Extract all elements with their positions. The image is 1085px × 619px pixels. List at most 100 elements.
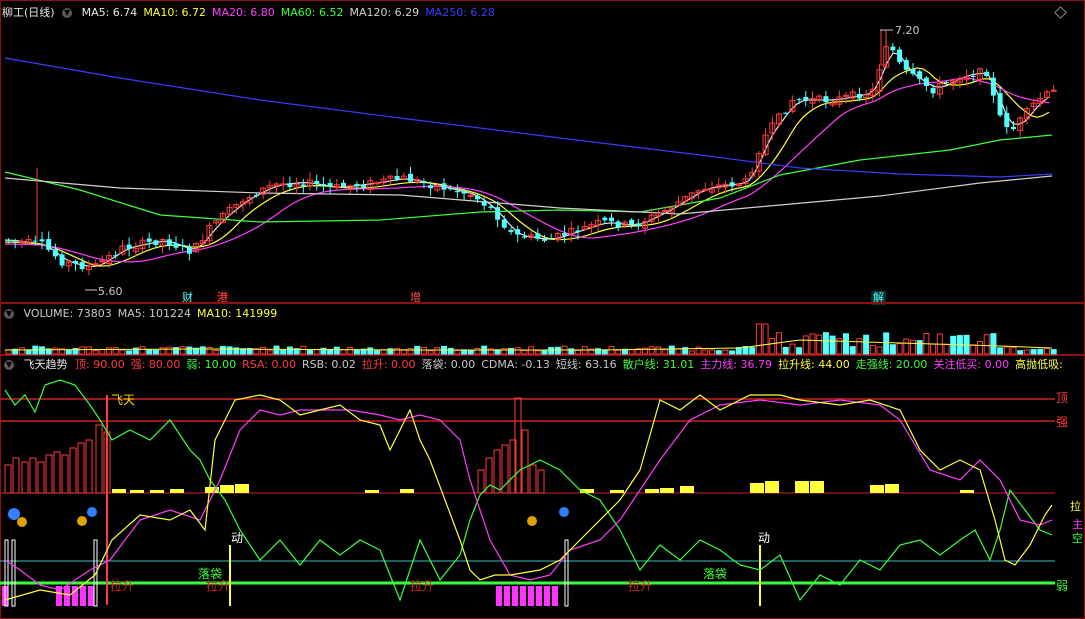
money-bag-icon [527,516,537,526]
candle-body-down [300,184,306,187]
candle-body-down [421,181,427,183]
candle-body-down [803,96,809,101]
money-bag-icon [17,517,27,527]
volume-bar [340,349,347,355]
indicator-plot [0,379,1055,607]
volume-bar [715,350,722,355]
lasheng-bar [4,464,12,494]
candle-body-down [990,77,996,96]
candle-body-down [615,221,621,228]
magenta-bar [504,586,510,606]
candle-body-up [374,182,380,185]
volume-bar [802,335,809,355]
volume-bar [454,349,461,355]
candle-body-down [729,182,735,187]
candle-body-down [180,244,186,246]
volume-bar [420,346,427,355]
volume-bar [514,347,521,355]
yellow-bar [610,490,624,493]
volume-bar [977,341,983,355]
magenta-bar [520,586,526,606]
volume-bar [146,349,153,355]
ma250-line [4,57,1053,178]
candle-body-up [662,209,669,212]
candle-body-down [984,71,990,76]
volume-bar [889,344,896,355]
ma120-line [4,175,1053,215]
yellow-bar [810,481,824,493]
candle-body-down [488,206,494,208]
la-label: 拉 [1070,499,1081,513]
candle-body-down [609,217,614,222]
volume-bar [749,347,756,355]
volume-bar [273,345,280,355]
magenta-bar [496,586,502,606]
volume-bar [25,349,32,355]
volume-bar [52,347,59,355]
yellow-bar [112,489,126,493]
magenta-bar [64,586,70,606]
volume-bar [722,349,729,355]
volume-bar [206,346,213,355]
candle-body-down [823,96,829,103]
volume-bar [769,338,776,355]
lasheng-bar [537,469,545,494]
volume-bar [92,350,99,355]
volume-bar [789,343,796,355]
candle-body-up [99,260,106,263]
volume-bar [434,347,441,355]
lasheng-bar [53,451,61,494]
candle-body-down [173,243,179,248]
yellow-bar [765,481,779,493]
candle-body-down [287,183,293,187]
volume-bar [876,346,883,355]
candle-body-down [629,219,635,225]
volume-bar [702,349,709,355]
candle-body-down [1011,126,1016,130]
magenta-bar [536,586,542,606]
volume-bar [809,333,816,355]
volume-bar [688,350,695,355]
volume-bar [655,346,662,355]
candle-body-up [18,240,25,243]
lasheng-bar [77,442,85,494]
signal-marker [564,539,569,607]
candle-body-down [166,239,172,246]
yellow-bar [645,489,659,493]
candle-body-down [783,112,789,114]
candle-body-down [521,236,527,238]
weak-label: 弱 [1056,579,1068,593]
volume-bar [916,340,923,355]
candle-body-down [454,190,460,193]
volume-bar [668,345,675,355]
volume-bar [474,347,481,355]
volume-bar [1037,348,1044,355]
volume-bar [427,350,434,355]
volume-bar [675,348,682,355]
yellow-bar [870,485,884,493]
candle-body-down [32,240,38,242]
volume-bar [219,345,226,355]
volume-bar [367,347,374,355]
chart-labels: 7.205.60飞天 顶强弱拉主空动 动落袋 落袋拉升 拉升 拉升 拉升 [85,24,1083,593]
volume-bar [333,346,340,355]
volume-bar [843,333,849,355]
volume-bar [662,349,669,355]
volume-bar [461,349,468,355]
volume-bar [983,334,990,355]
lasheng-bar [45,454,53,494]
volume-bar [85,346,92,355]
volume-bar [166,346,173,355]
low-price-label: 5.60 [98,285,123,298]
volume-bar [226,346,233,355]
magenta-bar [512,586,518,606]
yellow-bar [400,489,414,493]
candle-body-down [461,190,467,194]
candle-body-down [508,229,514,232]
diamond-icon [559,507,569,517]
volume-bar [521,350,528,355]
candle-body-down [481,201,487,206]
candle-body-down [428,185,434,189]
volume-bars [4,323,1057,355]
volume-bar [930,343,937,355]
